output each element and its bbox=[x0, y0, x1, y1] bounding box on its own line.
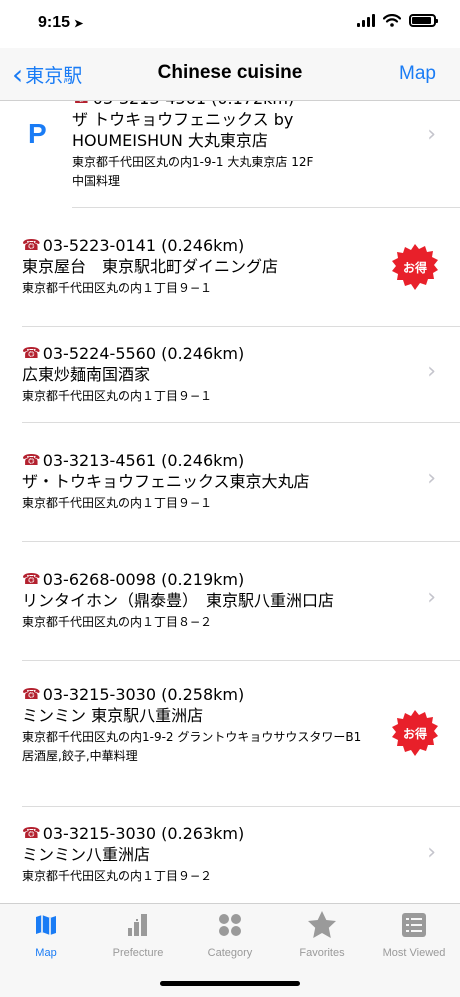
tab-prefecture[interactable]: Prefecture bbox=[92, 910, 184, 959]
phone-icon: ☎ bbox=[22, 570, 41, 588]
wifi-icon bbox=[383, 14, 401, 27]
phone-number: 03-6268-0098 (0.219km) bbox=[42, 570, 245, 589]
time-text: 9:15 bbox=[38, 14, 71, 31]
navigation-bar: ‹ 東京駅 Chinese cuisine Map bbox=[0, 48, 460, 101]
restaurant-row[interactable]: ☎ 03-3215-3030 (0.258km) ミンミン 東京駅八重洲店 東京都… bbox=[0, 661, 460, 806]
restaurant-row[interactable]: ☎ 03-6268-0098 (0.219km) リンタイホン（鼎泰豊） 東京駅八… bbox=[0, 542, 460, 660]
phone-icon: ☎ bbox=[22, 344, 41, 362]
status-time: 9:15 ➤ bbox=[38, 14, 83, 32]
chevron-right-icon: › bbox=[427, 466, 436, 491]
phone-number: 03-3213-4561 (0.246km) bbox=[42, 451, 245, 470]
chevron-right-icon: › bbox=[427, 122, 436, 147]
restaurant-row[interactable]: ☎ 03-5224-5560 (0.246km) 広東炒麺南国酒家 東京都千代田区… bbox=[0, 327, 460, 422]
phone-icon: ☎ bbox=[72, 100, 91, 109]
phone-line: ☎ 03-3213-4561 (0.246km) bbox=[22, 450, 390, 471]
deal-badge-text: お得 bbox=[403, 726, 427, 741]
restaurant-address: 東京都千代田区丸の内１丁目９−１ bbox=[22, 281, 213, 295]
tab-map[interactable]: Map bbox=[0, 910, 92, 959]
restaurant-name: 広東炒麺南国酒家 bbox=[22, 365, 151, 384]
star-icon bbox=[308, 911, 336, 938]
restaurant-name: ザ・トウキョウフェニックス東京大丸店 bbox=[22, 472, 310, 491]
prefecture-icon bbox=[128, 914, 147, 936]
list-icon bbox=[402, 913, 426, 937]
page-title: Chinese cuisine bbox=[157, 62, 303, 83]
chevron-right-icon: › bbox=[427, 840, 436, 865]
phone-line: ☎03-3213-4561 (0.172km) bbox=[72, 100, 390, 109]
chevron-right-icon: › bbox=[427, 359, 436, 384]
phone-number: 03-3215-3030 (0.258km) bbox=[42, 685, 245, 704]
restaurant-name: リンタイホン（鼎泰豊） 東京駅八重洲口店 bbox=[22, 591, 335, 610]
deal-badge-text: お得 bbox=[403, 260, 427, 275]
cellular-signal-icon bbox=[357, 14, 375, 27]
restaurant-row[interactable]: ☎ 03-3213-4561 (0.246km) ザ・トウキョウフェニックス東京大… bbox=[0, 423, 460, 541]
phone-number: 03-3213-4561 (0.172km) bbox=[93, 100, 295, 109]
restaurant-name: ミンミン八重洲店 bbox=[22, 845, 151, 864]
phone-icon: ☎ bbox=[22, 824, 41, 842]
map-icon bbox=[36, 915, 56, 935]
restaurant-row[interactable]: P ☎03-3213-4561 (0.172km) ザ トウキョウフェニックス … bbox=[0, 100, 460, 208]
phone-number: 03-5223-0141 (0.246km) bbox=[42, 236, 245, 255]
phone-line: ☎ 03-3215-3030 (0.258km) bbox=[22, 684, 390, 705]
phone-icon: ☎ bbox=[22, 451, 41, 469]
restaurant-name: ミンミン 東京駅八重洲店 bbox=[22, 706, 204, 725]
location-arrow-icon: ➤ bbox=[74, 18, 84, 30]
status-bar: 9:15 ➤ bbox=[0, 0, 460, 48]
tab-label: Category bbox=[207, 947, 253, 959]
restaurant-list[interactable]: P ☎03-3213-4561 (0.172km) ザ トウキョウフェニックス … bbox=[0, 100, 460, 903]
battery-level bbox=[412, 17, 431, 24]
restaurant-address: 東京都千代田区丸の内１丁目９−２ bbox=[22, 869, 213, 883]
phone-line: ☎ 03-5224-5560 (0.246km) bbox=[22, 343, 390, 364]
restaurant-address: 東京都千代田区丸の内1-9-1 大丸東京店 12F bbox=[72, 155, 314, 169]
phone-icon: ☎ bbox=[22, 685, 41, 703]
tab-most-viewed[interactable]: Most Viewed bbox=[368, 910, 460, 959]
phone-line: ☎ 03-6268-0098 (0.219km) bbox=[22, 569, 390, 590]
phone-line: ☎ 03-5223-0141 (0.246km) bbox=[22, 235, 390, 256]
phone-line: ☎ 03-3215-3030 (0.263km) bbox=[22, 823, 390, 844]
battery-icon bbox=[409, 14, 438, 27]
category-icon bbox=[219, 914, 241, 936]
tab-label: Favorites bbox=[299, 947, 345, 959]
home-indicator bbox=[160, 981, 300, 986]
parking-icon: P bbox=[28, 118, 47, 149]
restaurant-address: 東京都千代田区丸の内1-9-2 グラントウキョウサウスタワーB1 bbox=[22, 730, 362, 744]
deal-badge[interactable]: お得 bbox=[392, 244, 438, 290]
tab-label: Prefecture bbox=[112, 947, 164, 959]
tab-label: Map bbox=[35, 947, 57, 959]
map-button[interactable]: Map bbox=[399, 63, 436, 85]
restaurant-address: 東京都千代田区丸の内１丁目９−１ bbox=[22, 496, 213, 510]
tab-category[interactable]: Category bbox=[184, 910, 276, 959]
phone-number: 03-3215-3030 (0.263km) bbox=[42, 824, 245, 843]
tab-label: Most Viewed bbox=[382, 947, 446, 959]
tab-favorites[interactable]: Favorites bbox=[276, 910, 368, 959]
restaurant-category: 中国料理 bbox=[72, 174, 121, 188]
restaurant-name: ザ トウキョウフェニックス by HOUMEISHUN 大丸東京店 bbox=[72, 110, 294, 150]
phone-icon: ☎ bbox=[22, 236, 41, 254]
chevron-right-icon: › bbox=[427, 585, 436, 610]
restaurant-row[interactable]: ☎ 03-3215-3030 (0.263km) ミンミン八重洲店 東京都千代田区… bbox=[0, 807, 460, 903]
restaurant-row[interactable]: ☎ 03-5223-0141 (0.246km) 東京屋台 東京駅北町ダイニング店… bbox=[0, 208, 460, 326]
phone-number: 03-5224-5560 (0.246km) bbox=[42, 344, 245, 363]
restaurant-category: 居酒屋,餃子,中華料理 bbox=[22, 749, 138, 763]
restaurant-name: 東京屋台 東京駅北町ダイニング店 bbox=[22, 257, 279, 276]
restaurant-address: 東京都千代田区丸の内１丁目８−２ bbox=[22, 615, 213, 629]
deal-badge[interactable]: お得 bbox=[392, 710, 438, 756]
restaurant-address: 東京都千代田区丸の内１丁目９−１ bbox=[22, 389, 213, 403]
status-icons bbox=[357, 14, 438, 27]
